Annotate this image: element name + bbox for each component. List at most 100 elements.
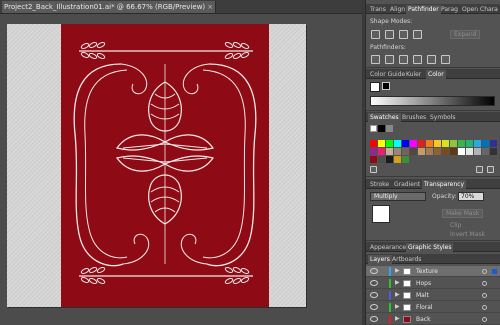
invert-mask-checkbox[interactable]: Invert Mask [450,231,485,238]
make-mask-button[interactable]: Make Mask [442,209,484,218]
swatch-libraries-icon[interactable] [370,166,377,173]
unite-icon[interactable] [371,30,380,39]
layer-row-hops[interactable]: ▶ Hops [366,278,500,289]
trim-icon[interactable] [385,55,394,64]
new-swatch-icon[interactable] [476,166,483,173]
intersect-icon[interactable] [399,30,408,39]
expand-triangle-icon[interactable]: ▶ [395,291,400,298]
visibility-eye-icon[interactable] [370,280,378,286]
swatch[interactable] [426,148,433,155]
swatch[interactable] [466,148,473,155]
document-tab[interactable]: Project2_Back_Illustration01.ai* @ 66.67… [2,1,217,13]
swatch[interactable] [442,140,449,147]
expand-button[interactable]: Expand [450,30,481,39]
swatch[interactable] [386,140,393,147]
stroke-color-swatch[interactable] [382,82,390,90]
canvas-area[interactable] [0,14,362,325]
outline-icon[interactable] [427,55,436,64]
swatch[interactable] [370,148,377,155]
visibility-eye-icon[interactable] [370,316,378,322]
swatch[interactable] [386,125,393,132]
target-circle-icon[interactable] [482,281,487,286]
swatch[interactable] [402,148,409,155]
swatch[interactable] [466,140,473,147]
close-icon[interactable]: × [207,1,213,13]
minus-front-icon[interactable] [385,30,394,39]
swatch[interactable] [482,140,489,147]
tab-color[interactable]: Color [426,70,446,79]
tab-gradient[interactable]: Gradient [392,180,422,189]
minus-back-icon[interactable] [441,55,450,64]
blend-mode-select[interactable]: Multiply [370,192,426,201]
exclude-icon[interactable] [413,30,422,39]
swatch[interactable] [426,140,433,147]
tab-appearance[interactable]: Appearance [368,243,408,252]
swatch[interactable] [490,148,497,155]
target-circle-icon[interactable] [482,293,487,298]
tab-paragraph[interactable]: Parag [439,5,460,14]
target-circle-icon[interactable] [482,305,487,310]
crop-icon[interactable] [413,55,422,64]
swatch[interactable] [402,140,409,147]
target-circle-icon[interactable] [482,317,487,322]
swatch[interactable] [482,148,489,155]
swatch[interactable] [410,148,417,155]
selection-square-icon[interactable] [492,269,497,274]
tab-stroke[interactable]: Stroke [368,180,391,189]
swatch[interactable] [370,125,377,132]
swatch[interactable] [450,140,457,147]
tab-artboards[interactable]: Artboards [390,255,423,264]
expand-triangle-icon[interactable]: ▶ [395,315,400,322]
swatch[interactable] [370,156,377,163]
swatch[interactable] [442,148,449,155]
swatch[interactable] [450,148,457,155]
tab-layers[interactable]: Layers [368,255,392,264]
swatch[interactable] [458,140,465,147]
swatch[interactable] [458,148,465,155]
swatch[interactable] [410,140,417,147]
opacity-input[interactable]: 70% [458,192,484,201]
swatch[interactable] [378,140,385,147]
merge-icon[interactable] [399,55,408,64]
layer-row-malt[interactable]: ▶ Malt [366,290,500,301]
color-spectrum-bar[interactable] [370,96,495,106]
swatch[interactable] [386,156,393,163]
visibility-eye-icon[interactable] [370,268,378,274]
swatch[interactable] [378,156,385,163]
expand-triangle-icon[interactable]: ▶ [395,267,400,274]
swatch[interactable] [434,148,441,155]
swatch[interactable] [378,148,385,155]
swatch[interactable] [418,148,425,155]
swatch[interactable] [378,125,385,132]
swatch[interactable] [490,140,497,147]
tab-transparency[interactable]: Transparency [422,180,467,189]
swatch[interactable] [418,140,425,147]
tab-brushes[interactable]: Brushes [400,113,428,122]
visibility-eye-icon[interactable] [370,292,378,298]
red-panel[interactable] [61,24,269,307]
tab-symbols[interactable]: Symbols [428,113,457,122]
tab-transform[interactable]: Trans [368,5,388,14]
tab-color-guide[interactable]: Color Guide [368,70,407,79]
tab-kuler[interactable]: Kuler [404,70,423,79]
tab-character[interactable]: Chara [478,5,500,14]
divide-icon[interactable] [371,55,380,64]
swatch[interactable] [370,140,377,147]
tab-pathfinder[interactable]: Pathfinder [406,5,441,14]
swatch[interactable] [394,148,401,155]
swatch[interactable] [434,140,441,147]
swatch[interactable] [394,140,401,147]
fill-color-swatch[interactable] [370,82,380,92]
clip-checkbox[interactable]: Clip [450,222,461,229]
swatch[interactable] [474,148,481,155]
visibility-eye-icon[interactable] [370,304,378,310]
swatch[interactable] [474,140,481,147]
tab-align[interactable]: Align [388,5,407,14]
swatch[interactable] [402,156,409,163]
target-circle-icon[interactable] [482,269,487,274]
artboard[interactable] [7,24,306,307]
tab-swatches[interactable]: Swatches [368,113,401,122]
swatch[interactable] [394,156,401,163]
layer-row-back[interactable]: ▶ Back [366,314,500,325]
layer-row-texture[interactable]: ▶ Texture [366,266,500,277]
